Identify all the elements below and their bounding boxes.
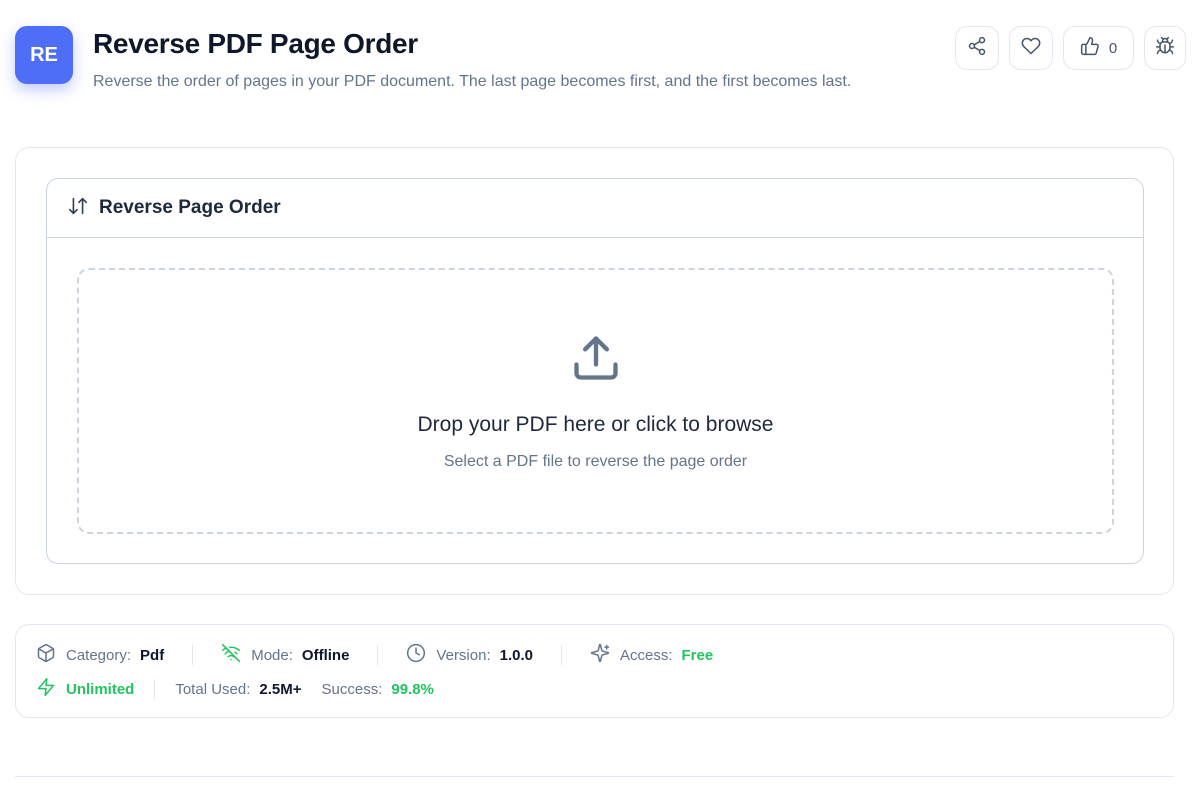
access-label: Access: xyxy=(620,646,673,664)
version-value: 1.0.0 xyxy=(499,646,533,664)
tool-header: Reverse Page Order xyxy=(47,179,1143,238)
heart-icon xyxy=(1021,36,1041,60)
like-button[interactable]: 0 xyxy=(1063,26,1134,70)
divider xyxy=(154,679,156,699)
page-description: Reverse the order of pages in your PDF d… xyxy=(93,73,852,90)
info-row-primary: Category: Pdf Mode: Offline Version: 1.0… xyxy=(36,643,713,667)
reverse-tool-card: Reverse Page Order Drop your PDF here or… xyxy=(46,178,1144,564)
total-used-label: Total Used: xyxy=(175,680,251,698)
version-label: Version: xyxy=(436,646,491,664)
logo-text: RE xyxy=(30,43,58,66)
unlimited-label: Unlimited xyxy=(66,680,135,698)
wifi-off-icon xyxy=(221,643,251,667)
page-title: Reverse PDF Page Order xyxy=(93,28,418,59)
dropzone-subtitle: Select a PDF file to reverse the page or… xyxy=(443,453,748,470)
version-info: Version: 1.0.0 xyxy=(406,643,533,667)
header-actions: 0 xyxy=(955,26,1186,70)
mode-label: Mode: xyxy=(251,646,293,664)
favorite-button[interactable] xyxy=(1009,26,1053,70)
success-info: Success: 99.8% xyxy=(322,681,434,698)
mode-value: Offline xyxy=(301,646,350,664)
footer-divider xyxy=(15,776,1174,777)
category-label: Category: xyxy=(66,646,132,664)
sparkles-icon xyxy=(590,643,620,667)
category-value: Pdf xyxy=(140,646,165,664)
box-icon xyxy=(36,643,66,667)
tool-info-panel: Category: Pdf Mode: Offline Version: 1.0… xyxy=(15,624,1174,718)
bug-icon xyxy=(1155,36,1175,60)
clock-icon xyxy=(406,643,436,667)
dropzone-title: Drop your PDF here or click to browse xyxy=(417,413,774,436)
unlimited-badge: Unlimited xyxy=(36,677,134,701)
total-used-value: 2.5M+ xyxy=(259,680,302,698)
info-row-stats: Unlimited Total Used: 2.5M+ Success: 99.… xyxy=(36,677,434,701)
upload-icon xyxy=(570,270,622,389)
tool-container: Reverse Page Order Drop your PDF here or… xyxy=(15,147,1174,595)
success-value: 99.8% xyxy=(391,680,434,698)
divider xyxy=(192,645,194,665)
success-label: Success: xyxy=(321,680,383,698)
report-bug-button[interactable] xyxy=(1144,26,1186,70)
tool-heading: Reverse Page Order xyxy=(99,197,281,218)
category-info: Category: Pdf xyxy=(36,643,164,667)
access-value: Free xyxy=(681,646,714,664)
pdf-dropzone[interactable]: Drop your PDF here or click to browse Se… xyxy=(77,268,1114,534)
app-logo: RE xyxy=(15,26,73,84)
lightning-icon xyxy=(36,677,66,701)
total-used-info: Total Used: 2.5M+ xyxy=(175,681,301,698)
share-icon xyxy=(967,36,987,60)
mode-info: Mode: Offline xyxy=(221,643,349,667)
sort-arrows-icon xyxy=(67,195,89,222)
divider xyxy=(561,645,562,665)
like-count: 0 xyxy=(1108,39,1118,57)
access-info: Access: Free xyxy=(590,643,713,667)
share-button[interactable] xyxy=(955,26,999,70)
thumbs-up-icon xyxy=(1080,36,1100,60)
divider xyxy=(377,645,379,665)
